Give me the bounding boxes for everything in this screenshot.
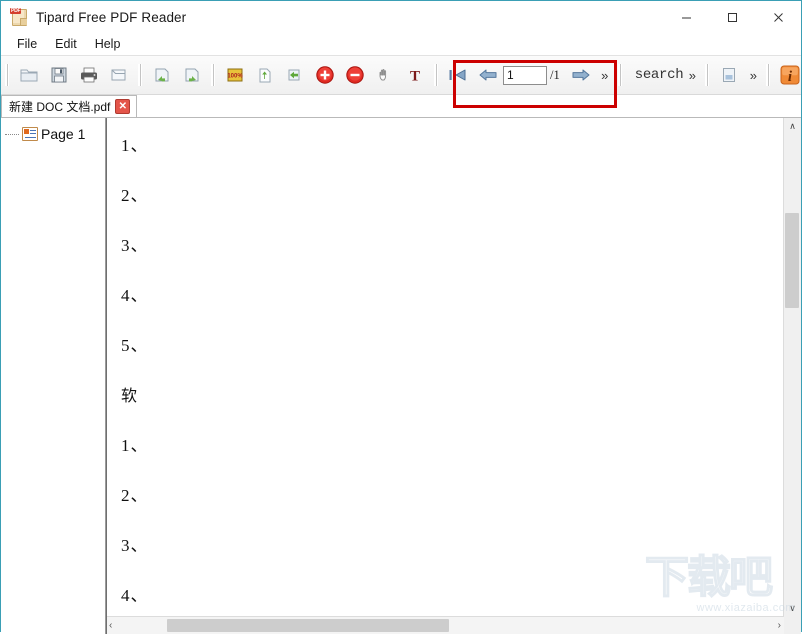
vertical-scroll-thumb[interactable] [785, 213, 799, 308]
document-tab[interactable]: 新建 DOC 文档.pdf ✕ [1, 95, 138, 117]
window-controls [663, 1, 801, 33]
hand-tool-icon[interactable] [370, 60, 400, 90]
page-layout-icon[interactable] [714, 60, 744, 90]
document-line: 4、 [121, 286, 149, 305]
menu-help[interactable]: Help [87, 35, 129, 53]
open-icon[interactable] [14, 60, 44, 90]
zoom-in-icon[interactable] [310, 60, 340, 90]
main-content: Page 1 1、 2、 3、 4、 5、 软 1、 2、 3、 4、 ∧ ∨ … [1, 118, 801, 634]
zoom-out-icon[interactable] [340, 60, 370, 90]
application-window: PDF Tipard Free PDF Reader File Edit Hel… [0, 0, 802, 634]
maximize-button[interactable] [709, 1, 755, 33]
toolbar-grip-zoom[interactable] [211, 64, 215, 86]
scrollbar-corner [784, 617, 801, 634]
previous-page-icon[interactable] [473, 60, 503, 90]
text-select-icon[interactable]: T [400, 60, 430, 90]
first-page-icon[interactable] [443, 60, 473, 90]
document-line: 5、 [121, 336, 149, 355]
scroll-right-arrow-icon[interactable]: › [778, 617, 781, 634]
svg-text:100%: 100% [227, 74, 243, 80]
document-line: 1、 [121, 136, 149, 155]
page-canvas[interactable]: 1、 2、 3、 4、 5、 软 1、 2、 3、 4、 ∧ ∨ ‹ › www… [106, 118, 801, 634]
page-total-label: /1 [550, 67, 560, 82]
minimize-button[interactable] [663, 1, 709, 33]
search-overflow-button[interactable]: » [683, 62, 701, 88]
tree-connector [5, 133, 19, 136]
toolbar-grip-file[interactable] [5, 64, 9, 86]
title-bar: PDF Tipard Free PDF Reader [1, 1, 801, 33]
toolbar-grip-rotate[interactable] [138, 64, 142, 86]
vertical-scrollbar[interactable]: ∧ ∨ [783, 118, 801, 617]
page-number-input[interactable] [503, 65, 547, 85]
toolbar: 100% T 1 /1 » search » » i [1, 55, 802, 108]
toolbar-grip-view[interactable] [705, 64, 710, 86]
menu-edit[interactable]: Edit [47, 35, 85, 53]
scroll-left-arrow-icon[interactable]: ‹ [109, 617, 112, 634]
view-overflow-button[interactable]: » [744, 62, 762, 88]
document-tab-close-icon[interactable]: ✕ [115, 99, 131, 114]
print-icon[interactable] [74, 60, 104, 90]
rotate-right-icon[interactable] [177, 60, 207, 90]
toolbar-grip-info[interactable] [766, 64, 771, 86]
fit-page-icon[interactable] [250, 60, 280, 90]
page-thumbnail-icon [22, 127, 38, 141]
sidebar-item-page-1[interactable]: Page 1 [1, 123, 105, 145]
save-icon[interactable] [44, 60, 74, 90]
toolbar-grip-navigation[interactable] [434, 64, 438, 86]
document-line: 2、 [121, 186, 149, 205]
fit-width-icon[interactable] [280, 60, 310, 90]
search-label[interactable]: search [635, 67, 684, 83]
document-tab-label: 新建 DOC 文档.pdf [9, 100, 111, 114]
sidebar-item-label: Page 1 [41, 126, 86, 142]
document-line: 3、 [121, 536, 149, 555]
info-icon[interactable]: i [775, 60, 802, 90]
horizontal-scroll-thumb[interactable] [167, 619, 449, 632]
toolbar-grip-search[interactable] [617, 64, 622, 86]
pdf-page-content: 1、 2、 3、 4、 5、 软 1、 2、 3、 4、 [107, 118, 784, 634]
pdf-document-icon: PDF [10, 8, 28, 26]
document-line: 1、 [121, 436, 149, 455]
document-tab-strip: 新建 DOC 文档.pdf ✕ [1, 95, 801, 118]
pdf-viewer: 1、 2、 3、 4、 5、 软 1、 2、 3、 4、 ∧ ∨ ‹ › www… [106, 118, 801, 634]
navigation-overflow-button[interactable]: » [596, 62, 614, 88]
document-line: 软 [121, 386, 139, 405]
document-line: 2、 [121, 486, 149, 505]
next-page-icon[interactable] [566, 60, 596, 90]
export-page-icon[interactable] [104, 60, 134, 90]
svg-text:T: T [410, 69, 420, 85]
close-button[interactable] [755, 1, 801, 33]
horizontal-scrollbar[interactable]: ‹ › [107, 616, 784, 634]
menu-file[interactable]: File [9, 35, 45, 53]
rotate-left-icon[interactable] [147, 60, 177, 90]
scroll-up-arrow-icon[interactable]: ∧ [784, 118, 801, 135]
window-title: Tipard Free PDF Reader [36, 9, 187, 25]
thumbnail-sidebar: Page 1 [1, 118, 106, 634]
actual-size-icon[interactable]: 100% [220, 60, 250, 90]
menu-bar: File Edit Help [1, 33, 801, 55]
scroll-down-arrow-icon[interactable]: ∨ [784, 600, 801, 617]
document-line: 3、 [121, 236, 149, 255]
